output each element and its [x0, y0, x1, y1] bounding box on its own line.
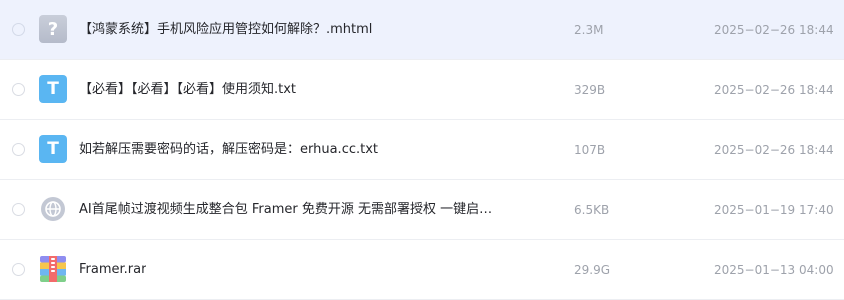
file-name[interactable]: 【鸿蒙系统】手机风险应用管控如何解除？.mhtml	[79, 21, 372, 39]
row-checkbox[interactable]	[12, 143, 25, 156]
row-checkbox[interactable]	[12, 23, 25, 36]
text-file-icon: T	[39, 75, 67, 103]
file-row[interactable]: T 【必看】【必看】【必看】使用须知.txt 329B 2025−02−26 1…	[0, 60, 844, 120]
file-date: 2025−02−26 18:44	[714, 23, 834, 37]
row-checkbox[interactable]	[12, 203, 25, 216]
file-row[interactable]: AI首尾帧过渡视频生成整合包 Framer 免费开源 无需部署授权 一键启… 6…	[0, 180, 844, 240]
text-file-icon: T	[39, 135, 67, 163]
archive-file-icon	[39, 255, 67, 283]
file-row[interactable]: ? 【鸿蒙系统】手机风险应用管控如何解除？.mhtml 2.3M 2025−02…	[0, 0, 844, 60]
file-date: 2025−02−26 18:44	[714, 143, 834, 157]
file-row[interactable]: T 如若解压需要密码的话，解压密码是：erhua.cc.txt 107B 202…	[0, 120, 844, 180]
file-size: 2.3M	[574, 23, 604, 37]
file-name[interactable]: 【必看】【必看】【必看】使用须知.txt	[79, 81, 296, 99]
row-checkbox[interactable]	[12, 263, 25, 276]
file-name[interactable]: AI首尾帧过渡视频生成整合包 Framer 免费开源 无需部署授权 一键启…	[79, 201, 492, 219]
file-name[interactable]: 如若解压需要密码的话，解压密码是：erhua.cc.txt	[79, 141, 378, 159]
file-size: 6.5KB	[574, 203, 610, 217]
row-checkbox[interactable]	[12, 83, 25, 96]
file-row[interactable]: Framer.rar 29.9G 2025−01−13 04:00	[0, 240, 844, 300]
file-size: 329B	[574, 83, 606, 97]
file-date: 2025−01−13 04:00	[714, 263, 834, 277]
file-name[interactable]: Framer.rar	[79, 261, 146, 279]
unknown-file-icon: ?	[39, 15, 67, 43]
file-size: 107B	[574, 143, 606, 157]
file-list: ? 【鸿蒙系统】手机风险应用管控如何解除？.mhtml 2.3M 2025−02…	[0, 0, 844, 300]
file-date: 2025−01−19 17:40	[714, 203, 834, 217]
link-file-icon	[39, 195, 67, 223]
file-size: 29.9G	[574, 263, 611, 277]
file-date: 2025−02−26 18:44	[714, 83, 834, 97]
